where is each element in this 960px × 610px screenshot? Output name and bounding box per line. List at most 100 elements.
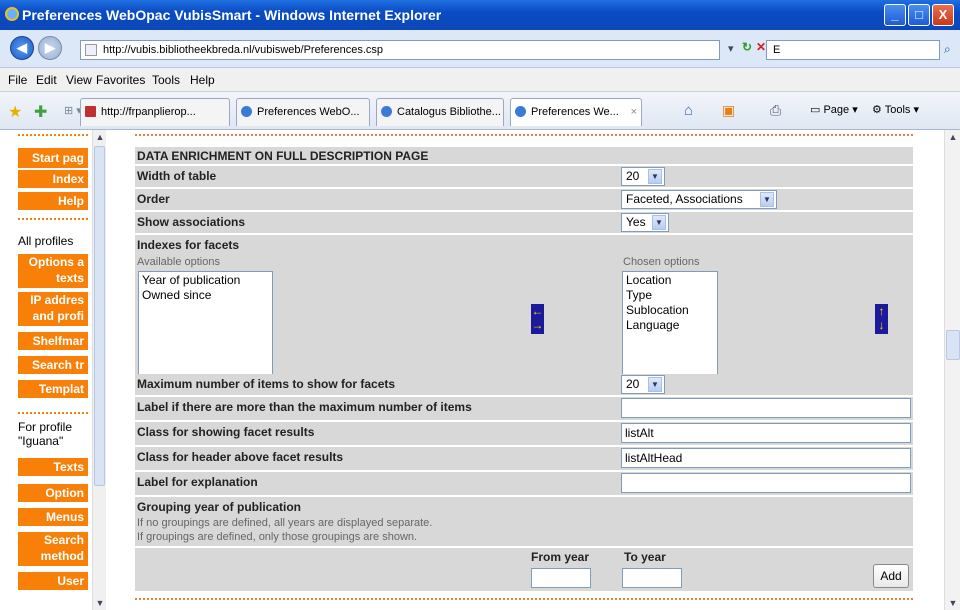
chevron-down-icon: ▼ [648, 377, 662, 392]
for-profile-label: For profile "Iguana" [18, 420, 73, 448]
list-item[interactable]: Owned since [142, 288, 269, 303]
explanation-label: Label for explanation [137, 475, 258, 489]
refresh-icon[interactable]: ↻ [742, 40, 752, 54]
tab-2[interactable]: Preferences WebO... [236, 98, 370, 126]
page-favicon-icon [85, 44, 97, 56]
close-button[interactable]: X [932, 4, 954, 26]
chevron-down-icon: ▼ [652, 215, 666, 230]
menu-file[interactable]: File [8, 73, 27, 87]
nav-search-tr[interactable]: Search tr [18, 356, 88, 374]
close-tab-icon[interactable]: × [631, 99, 637, 125]
chevron-down-icon: ▼ [760, 192, 774, 207]
indexes-label: Indexes for facets [137, 238, 240, 252]
nav-ip-addresses[interactable]: IP addres and profi [18, 292, 88, 326]
width-row: Width of table 20 ▼ [135, 166, 913, 188]
ie-logo-icon [5, 7, 19, 21]
class-results-input[interactable]: listAlt [621, 423, 911, 443]
nav-index[interactable]: Index [18, 170, 88, 188]
from-year-input[interactable] [531, 568, 591, 588]
nav-texts[interactable]: Texts [18, 458, 88, 476]
arrow-right-icon[interactable]: → [531, 318, 544, 332]
section-title: DATA ENRICHMENT ON FULL DESCRIPTION PAGE [137, 149, 429, 163]
divider [135, 598, 913, 600]
more-label: Label if there are more than the maximum… [137, 400, 472, 414]
scroll-up-icon[interactable]: ▲ [93, 130, 107, 144]
add-favorites-icon[interactable]: ✚ [34, 102, 47, 122]
left-frame-scrollbar[interactable]: ▲ ▼ [92, 130, 106, 610]
tools-menu[interactable]: ⚙ Tools ▾ [872, 103, 919, 116]
left-nav-frame: Start pag Index Help All profiles Option… [0, 130, 92, 610]
page-icon: ▭ [810, 104, 824, 116]
move-options-buttons[interactable]: ← → [531, 304, 544, 334]
nav-user[interactable]: User [18, 572, 88, 590]
scroll-down-icon[interactable]: ▼ [946, 596, 960, 610]
dropdown-icon[interactable]: ▾ [728, 42, 734, 55]
address-input[interactable]: http://vubis.bibliotheekbreda.nl/vubiswe… [80, 40, 720, 60]
page-menu[interactable]: ▭ Page ▾ [810, 103, 858, 116]
tab-1[interactable]: http://frpanplierop... [80, 98, 230, 126]
page-scrollbar[interactable]: ▲ ▼ [944, 130, 960, 610]
list-item[interactable]: Year of publication [142, 273, 269, 288]
divider [18, 134, 88, 136]
divider [135, 134, 913, 136]
print-icon[interactable]: ⎙ [770, 102, 781, 119]
reorder-buttons[interactable]: ↑ ↓ [875, 304, 888, 334]
nav-options-texts[interactable]: Options a texts [18, 254, 88, 288]
explanation-input[interactable] [621, 473, 911, 493]
tab-4-active[interactable]: Preferences We... × [510, 98, 642, 126]
favorites-star-icon[interactable]: ★ [8, 102, 22, 122]
window-title: Preferences WebOpac VubisSmart - Windows… [22, 7, 442, 23]
associations-label: Show associations [137, 215, 246, 229]
nav-template[interactable]: Templat [18, 380, 88, 398]
scroll-thumb[interactable] [94, 146, 105, 486]
list-item[interactable]: Location [626, 273, 714, 288]
more-label-row: Label if there are more than the maximum… [135, 397, 913, 421]
nav-help[interactable]: Help [18, 192, 88, 210]
order-row: Order Faceted, Associations ▼ [135, 189, 913, 211]
scroll-thumb[interactable] [946, 330, 960, 360]
nav-options[interactable]: Option [18, 484, 88, 502]
home-icon[interactable]: ⌂ [684, 102, 693, 119]
class-header-input[interactable]: listAltHead [621, 448, 911, 468]
window-title-bar[interactable]: Preferences WebOpac VubisSmart - Windows… [0, 0, 960, 30]
associations-select[interactable]: Yes ▼ [621, 213, 669, 232]
scroll-down-icon[interactable]: ▼ [93, 596, 107, 610]
scroll-up-icon[interactable]: ▲ [946, 130, 960, 144]
all-profiles-label: All profiles [18, 234, 74, 248]
width-select[interactable]: 20 ▼ [621, 167, 665, 186]
order-select[interactable]: Faceted, Associations ▼ [621, 190, 777, 209]
list-item[interactable]: Type [626, 288, 714, 303]
menu-favorites[interactable]: Favorites [96, 73, 145, 87]
feed-icon[interactable]: ▣ [722, 102, 735, 119]
to-year-input[interactable] [622, 568, 682, 588]
arrow-up-icon[interactable]: ↑ [875, 304, 888, 318]
search-icon[interactable]: ⌕ [944, 42, 951, 57]
more-label-input[interactable] [621, 398, 911, 418]
menu-view[interactable]: View [66, 73, 92, 87]
forward-icon[interactable]: ▶ [38, 36, 62, 60]
page-content: Start pag Index Help All profiles Option… [0, 130, 960, 610]
add-button[interactable]: Add [873, 564, 909, 588]
arrow-down-icon[interactable]: ↓ [875, 318, 888, 332]
maximize-button[interactable]: □ [908, 4, 930, 26]
max-items-select[interactable]: 20 ▼ [621, 375, 665, 394]
list-item[interactable]: Sublocation [626, 303, 714, 318]
list-item[interactable]: Language [626, 318, 714, 333]
search-input[interactable]: E [766, 40, 940, 60]
menu-help[interactable]: Help [190, 73, 215, 87]
divider [18, 218, 88, 220]
grouping-label: Grouping year of publication [137, 500, 302, 514]
nav-menus[interactable]: Menus [18, 508, 88, 526]
nav-shelfmark[interactable]: Shelfmar [18, 332, 88, 350]
nav-start-page[interactable]: Start pag [18, 148, 88, 168]
minimize-button[interactable]: _ [884, 4, 906, 26]
arrow-left-icon[interactable]: ← [531, 304, 544, 318]
nav-search-methods[interactable]: Search method [18, 532, 88, 566]
grouping-hint-2: If groupings are defined, only those gro… [137, 531, 418, 543]
class-results-label: Class for showing facet results [137, 425, 315, 439]
stop-icon[interactable]: ✕ [756, 40, 766, 54]
back-icon[interactable]: ◀ [10, 36, 34, 60]
tab-3[interactable]: Catalogus Bibliothe... [376, 98, 504, 126]
menu-edit[interactable]: Edit [36, 73, 57, 87]
menu-tools[interactable]: Tools [152, 73, 180, 87]
